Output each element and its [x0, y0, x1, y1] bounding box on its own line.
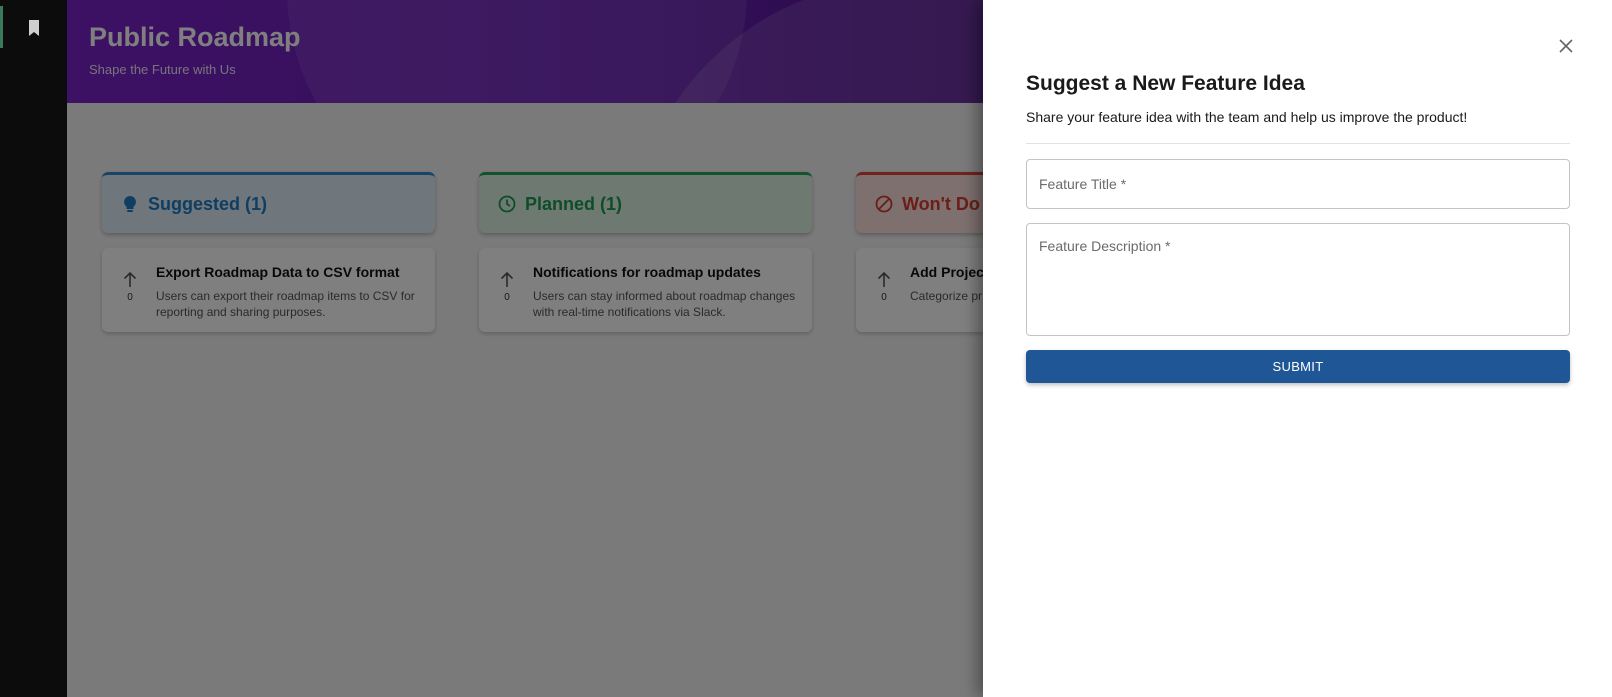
feature-description-input[interactable]: [1027, 224, 1569, 335]
submit-button[interactable]: SUBMIT: [1026, 350, 1570, 383]
rail-active-indicator: [0, 6, 3, 48]
left-rail: [0, 0, 67, 697]
suggest-feature-drawer: Suggest a New Feature Idea Share your fe…: [983, 0, 1612, 697]
drawer-subtitle: Share your feature idea with the team an…: [1026, 109, 1468, 125]
drawer-title: Suggest a New Feature Idea: [1026, 72, 1305, 95]
close-icon[interactable]: [1556, 36, 1576, 56]
bookmark-icon[interactable]: [28, 20, 40, 36]
divider: [1026, 143, 1570, 144]
feature-title-input[interactable]: [1027, 160, 1569, 208]
feature-description-field[interactable]: [1026, 223, 1570, 336]
feature-title-field[interactable]: [1026, 159, 1570, 209]
